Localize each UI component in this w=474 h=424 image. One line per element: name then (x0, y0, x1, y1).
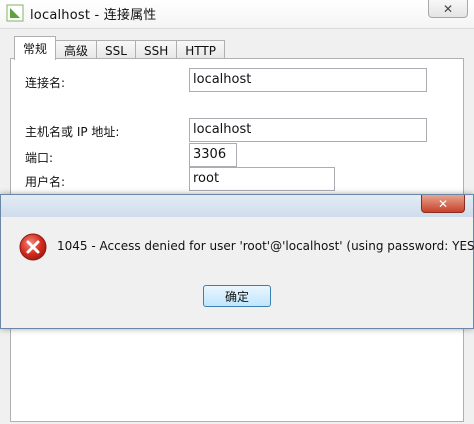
tab-advanced[interactable]: 高级 (55, 40, 98, 60)
host-label: 主机名或 IP 地址: (25, 125, 120, 139)
tab-bar: 常规 高级 SSL SSH HTTP (14, 36, 225, 60)
error-icon (19, 233, 47, 261)
connection-name-label: 连接名: (25, 76, 66, 90)
error-dialog-title-bar[interactable]: ✕ (1, 195, 473, 217)
port-input[interactable]: 3306 (189, 143, 237, 167)
user-label: 用户名: (25, 175, 66, 189)
window-title: localhost - 连接属性 (30, 8, 157, 23)
connection-name-input[interactable]: localhost (189, 68, 427, 92)
ok-button[interactable]: 确定 (203, 285, 271, 307)
tab-http[interactable]: HTTP (176, 40, 225, 60)
user-input[interactable]: root (189, 167, 335, 191)
error-dialog: ✕ 1045 - Access denied for user 'root'@'… (0, 194, 474, 329)
tab-ssl[interactable]: SSL (96, 40, 136, 60)
close-icon: ✕ (442, 1, 454, 16)
error-dialog-body: 1045 - Access denied for user 'root'@'lo… (7, 217, 474, 321)
title-bar[interactable]: localhost - 连接属性 ✕ (0, 0, 474, 29)
close-icon: ✕ (437, 196, 449, 211)
tab-general[interactable]: 常规 (14, 36, 57, 60)
error-message: 1045 - Access denied for user 'root'@'lo… (57, 239, 474, 253)
close-button[interactable]: ✕ (428, 0, 468, 18)
tab-ssh[interactable]: SSH (134, 40, 178, 60)
connection-properties-window: localhost - 连接属性 ✕ 常规 高级 SSL SSH HTTP 连接… (0, 0, 474, 424)
port-label: 端口: (25, 151, 54, 165)
error-dialog-close-button[interactable]: ✕ (421, 195, 465, 213)
navicat-app-icon (6, 4, 24, 22)
host-input[interactable]: localhost (189, 118, 427, 142)
